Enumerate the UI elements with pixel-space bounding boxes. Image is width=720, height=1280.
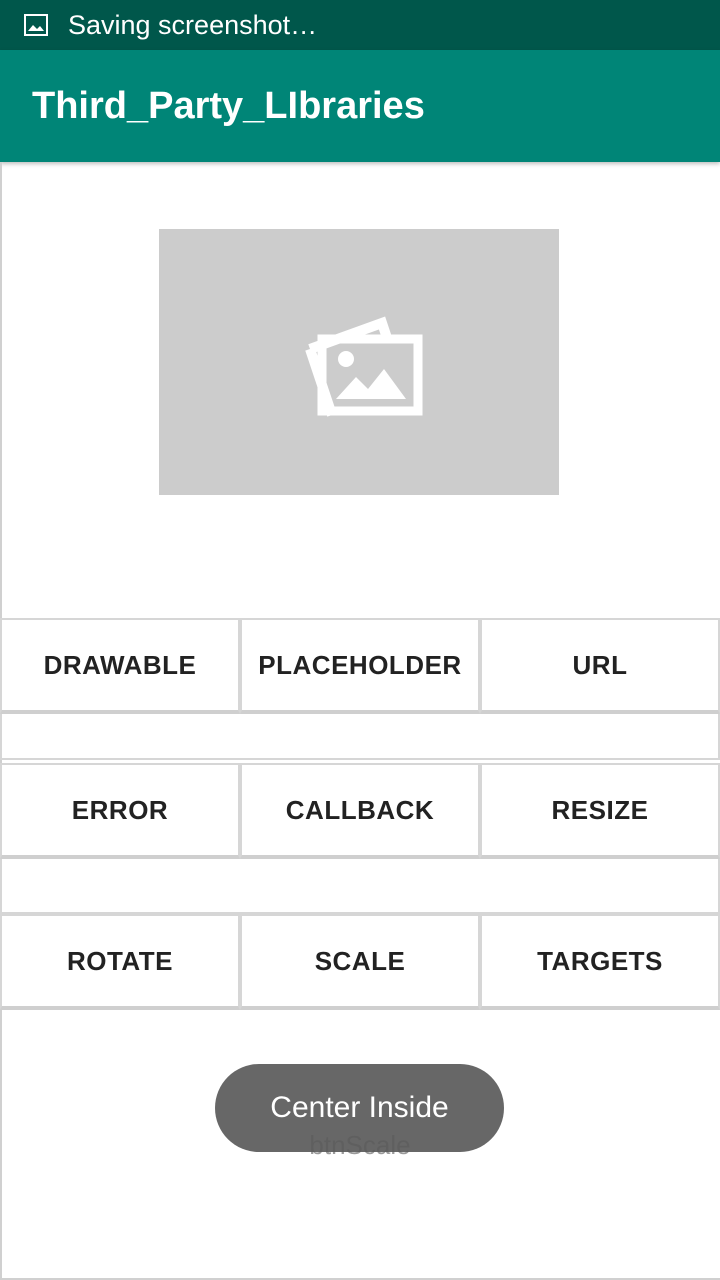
- status-bar: Saving screenshot…: [0, 0, 720, 50]
- image-icon: [24, 13, 48, 37]
- button-row-1: DRAWABLE PLACEHOLDER URL: [0, 618, 720, 714]
- button-row-2: ERROR CALLBACK RESIZE: [0, 763, 720, 859]
- app-title: Third_Party_LIbraries: [32, 84, 425, 127]
- error-button[interactable]: ERROR: [0, 763, 240, 859]
- image-view: [159, 229, 559, 495]
- row-spacer-1: [0, 714, 720, 760]
- callback-button[interactable]: CALLBACK: [240, 763, 480, 859]
- placeholder-button[interactable]: PLACEHOLDER: [240, 618, 480, 714]
- toast-message: Center Inside: [215, 1064, 504, 1152]
- resize-button[interactable]: RESIZE: [480, 763, 720, 859]
- button-row-3: ROTATE SCALE TARGETS: [0, 914, 720, 1010]
- status-text: Saving screenshot…: [68, 9, 318, 40]
- targets-button[interactable]: TARGETS: [480, 914, 720, 1010]
- app-bar: Third_Party_LIbraries: [0, 50, 720, 162]
- row-spacer-2: [0, 859, 720, 914]
- url-button[interactable]: URL: [480, 618, 720, 714]
- image-placeholder-icon: [305, 316, 423, 417]
- drawable-button[interactable]: DRAWABLE: [0, 618, 240, 714]
- scale-button[interactable]: SCALE: [240, 914, 480, 1010]
- rotate-button[interactable]: ROTATE: [0, 914, 240, 1010]
